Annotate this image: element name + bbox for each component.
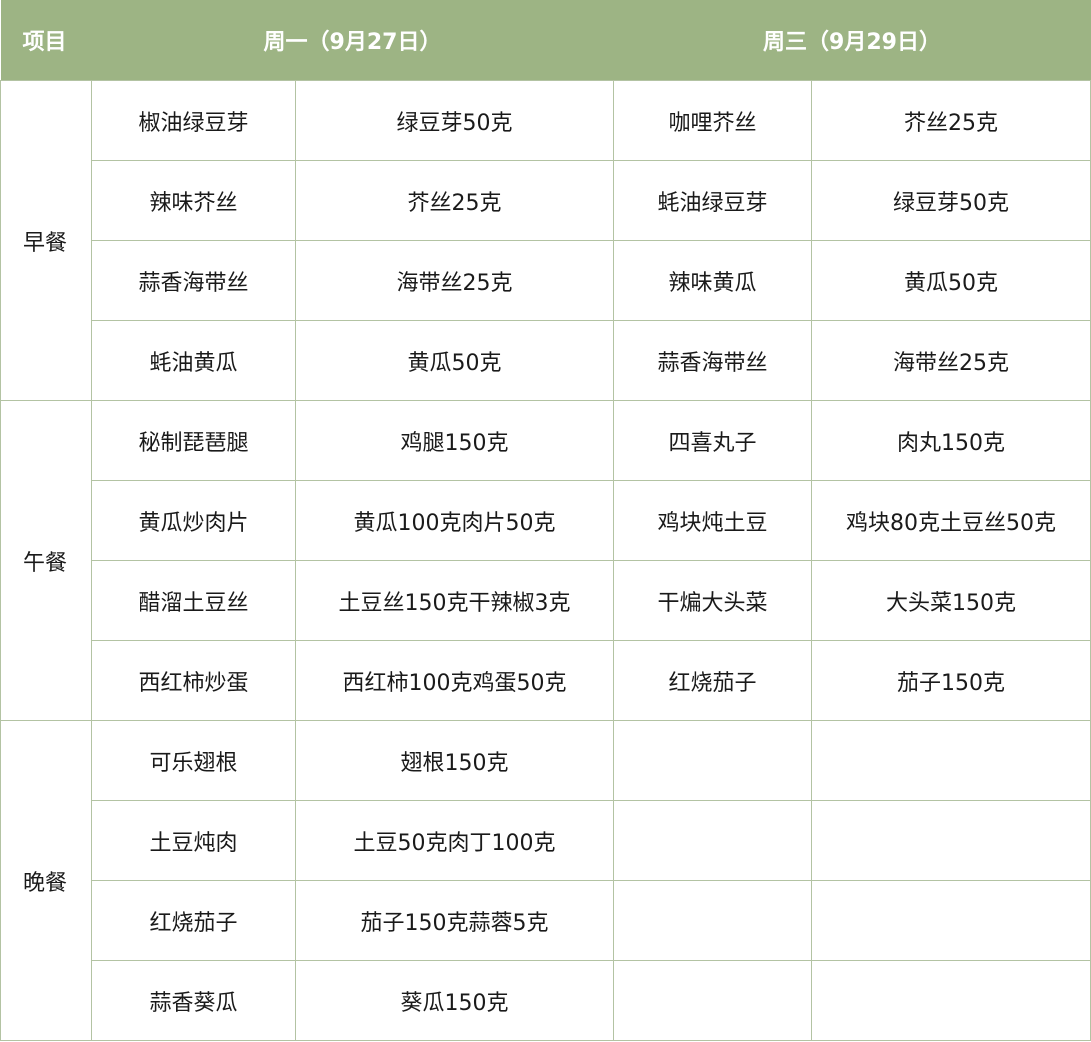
wednesday-ingredients-cell xyxy=(811,720,1091,801)
wednesday-dish-cell: 辣味黄瓜 xyxy=(613,240,812,321)
menu-table: 项目 周一（9月27日） 周三（9月29日） 早餐 椒油绿豆芽 绿豆芽50克 咖哩芥丝… xyxy=(0,0,1091,1041)
monday-dish-cell: 蒜香葵瓜 xyxy=(91,960,296,1041)
table-row: 西红柿炒蛋 西红柿100克鸡蛋50克 红烧茄子 茄子150克 xyxy=(1,640,1091,721)
monday-ingredients-cell: 土豆50克肉丁100克 xyxy=(295,800,614,881)
monday-dish-cell: 可乐翅根 xyxy=(91,720,296,801)
wednesday-dish-cell: 四喜丸子 xyxy=(613,400,812,481)
table-row: 醋溜土豆丝 土豆丝150克干辣椒3克 干煸大头菜 大头菜150克 xyxy=(1,560,1091,641)
wednesday-dish-cell xyxy=(613,720,812,801)
monday-dish-cell: 秘制琵琶腿 xyxy=(91,400,296,481)
wednesday-dish-cell: 蚝油绿豆芽 xyxy=(613,160,812,241)
wednesday-dish-cell: 鸡块炖土豆 xyxy=(613,480,812,561)
table-row: 蚝油黄瓜 黄瓜50克 蒜香海带丝 海带丝25克 xyxy=(1,320,1091,401)
wednesday-dish-cell xyxy=(613,960,812,1041)
monday-dish-cell: 椒油绿豆芽 xyxy=(91,80,296,161)
monday-dish-cell: 土豆炖肉 xyxy=(91,800,296,881)
header-item: 项目 xyxy=(0,0,92,81)
meal-label: 晚餐 xyxy=(0,720,92,1041)
monday-dish-cell: 西红柿炒蛋 xyxy=(91,640,296,721)
wednesday-dish-cell: 干煸大头菜 xyxy=(613,560,812,641)
wednesday-ingredients-cell: 黄瓜50克 xyxy=(811,240,1091,321)
wednesday-ingredients-cell: 肉丸150克 xyxy=(811,400,1091,481)
header-monday: 周一（9月27日） xyxy=(91,0,614,81)
monday-ingredients-cell: 绿豆芽50克 xyxy=(295,80,614,161)
monday-dish-cell: 蒜香海带丝 xyxy=(91,240,296,321)
wednesday-dish-cell: 蒜香海带丝 xyxy=(613,320,812,401)
table-row: 午餐 秘制琵琶腿 鸡腿150克 四喜丸子 肉丸150克 xyxy=(0,400,1091,721)
header-wednesday: 周三（9月29日） xyxy=(613,0,1091,81)
table-body: 早餐 椒油绿豆芽 绿豆芽50克 咖哩芥丝 芥丝25克 辣味芥丝 芥丝25克 蚝油绿豆芽 绿豆芽5… xyxy=(0,80,1091,1041)
monday-dish-cell: 蚝油黄瓜 xyxy=(91,320,296,401)
monday-ingredients-cell: 茄子150克蒜蓉5克 xyxy=(295,880,614,961)
monday-ingredients-cell: 葵瓜150克 xyxy=(295,960,614,1041)
wednesday-ingredients-cell: 茄子150克 xyxy=(811,640,1091,721)
wednesday-ingredients-cell: 绿豆芽50克 xyxy=(811,160,1091,241)
monday-dish-cell: 红烧茄子 xyxy=(91,880,296,961)
wednesday-dish-cell: 咖哩芥丝 xyxy=(613,80,812,161)
wednesday-ingredients-cell xyxy=(811,960,1091,1041)
monday-ingredients-cell: 西红柿100克鸡蛋50克 xyxy=(295,640,614,721)
wednesday-dish-cell: 红烧茄子 xyxy=(613,640,812,721)
table-row: 红烧茄子 茄子150克蒜蓉5克 xyxy=(1,880,1091,961)
wednesday-ingredients-cell: 芥丝25克 xyxy=(811,80,1091,161)
monday-ingredients-cell: 海带丝25克 xyxy=(295,240,614,321)
table-row: 蒜香海带丝 海带丝25克 辣味黄瓜 黄瓜50克 xyxy=(1,240,1091,321)
monday-ingredients-cell: 芥丝25克 xyxy=(295,160,614,241)
table-row: 黄瓜炒肉片 黄瓜100克肉片50克 鸡块炖土豆 鸡块80克土豆丝50克 xyxy=(1,480,1091,561)
monday-dish-cell: 醋溜土豆丝 xyxy=(91,560,296,641)
table-row: 晚餐 可乐翅根 翅根150克 xyxy=(0,720,1091,1041)
wednesday-ingredients-cell xyxy=(811,880,1091,961)
meal-label: 午餐 xyxy=(0,400,92,721)
table-header: 项目 周一（9月27日） 周三（9月29日） xyxy=(0,0,1091,81)
monday-ingredients-cell: 黄瓜100克肉片50克 xyxy=(295,480,614,561)
monday-ingredients-cell: 鸡腿150克 xyxy=(295,400,614,481)
monday-dish-cell: 黄瓜炒肉片 xyxy=(91,480,296,561)
meal-label: 早餐 xyxy=(0,80,92,401)
table-row: 辣味芥丝 芥丝25克 蚝油绿豆芽 绿豆芽50克 xyxy=(1,160,1091,241)
wednesday-dish-cell xyxy=(613,880,812,961)
wednesday-dish-cell xyxy=(613,800,812,881)
table-row: 蒜香葵瓜 葵瓜150克 xyxy=(1,960,1091,1041)
table-row: 土豆炖肉 土豆50克肉丁100克 xyxy=(1,800,1091,881)
monday-ingredients-cell: 黄瓜50克 xyxy=(295,320,614,401)
monday-ingredients-cell: 土豆丝150克干辣椒3克 xyxy=(295,560,614,641)
table-row: 早餐 椒油绿豆芽 绿豆芽50克 咖哩芥丝 芥丝25克 xyxy=(0,80,1091,401)
header-row: 项目 周一（9月27日） 周三（9月29日） xyxy=(0,0,1091,81)
wednesday-ingredients-cell: 海带丝25克 xyxy=(811,320,1091,401)
wednesday-ingredients-cell xyxy=(811,800,1091,881)
wednesday-ingredients-cell: 大头菜150克 xyxy=(811,560,1091,641)
monday-ingredients-cell: 翅根150克 xyxy=(295,720,614,801)
wednesday-ingredients-cell: 鸡块80克土豆丝50克 xyxy=(811,480,1091,561)
monday-dish-cell: 辣味芥丝 xyxy=(91,160,296,241)
